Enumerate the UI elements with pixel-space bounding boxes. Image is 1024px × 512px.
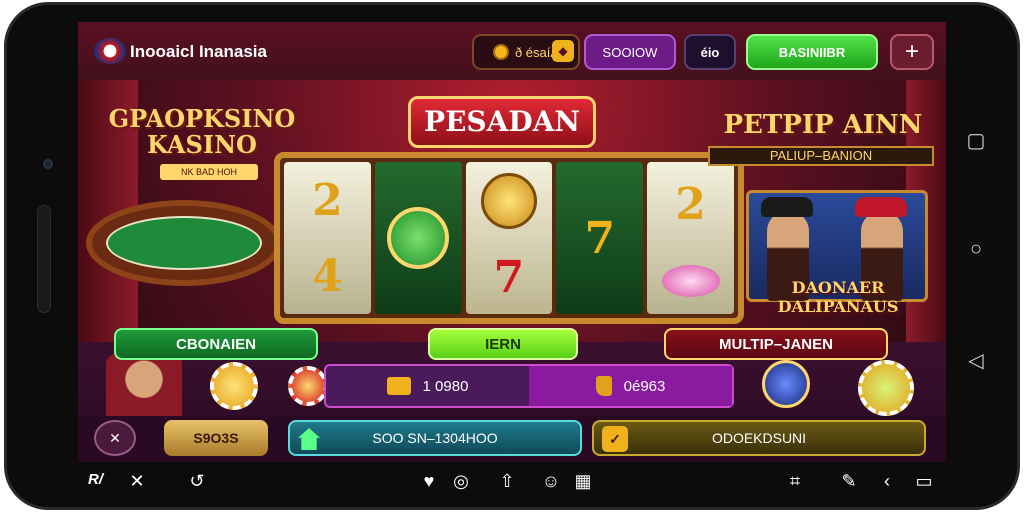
brush-icon[interactable]: ✎ [838, 470, 860, 492]
promo-code-text: ODOEKDSUNI [711, 430, 807, 446]
android-nav-bar: R/ ✕ ↺ ♥ ◎ ⇧ ☺ ▦ ⌗ ✎ ‹ ▭ [78, 464, 946, 500]
amount-button[interactable]: S9O3S [164, 420, 268, 456]
globe-icon[interactable] [762, 360, 810, 408]
battery-icon: ▭ [915, 471, 933, 491]
coin-icon [492, 44, 509, 60]
add-button[interactable]: + [890, 34, 934, 70]
back-icon[interactable]: ↺ [186, 470, 208, 492]
arrow-left-icon[interactable]: ‹ [876, 470, 898, 492]
promo-banner[interactable]: GPAOPKSINO KASINO NK BAD HOH 2 4 7 7 2 P… [78, 80, 946, 342]
casino-app-screen: Inooaicl Inanasia ð ésaíÄ ◆ SOOIOW éio B… [78, 22, 946, 462]
reel-5: 2 [647, 162, 734, 314]
reel-3: 7 [465, 162, 553, 314]
close-icon[interactable]: ✕ [126, 470, 148, 492]
roulette-table-icon [86, 200, 282, 286]
left-promo-subtitle: NK BAD HOH [160, 164, 258, 180]
top-hat-icon [761, 197, 813, 217]
bag-icon [386, 377, 411, 395]
reel-1: 2 4 [284, 162, 371, 314]
bracket-icon[interactable]: ⌗ [784, 470, 806, 492]
chip-icon [210, 362, 258, 410]
app-header: Inooaicl Inanasia ð ésaíÄ ◆ SOOIOW éio B… [78, 22, 946, 80]
roulette-felt [106, 216, 262, 270]
left-promo-title: GPAOPKSINO KASINO [108, 104, 296, 159]
app-title: Inooaicl Inanasia [130, 42, 267, 61]
diamond-icon[interactable]: ◆ [552, 40, 574, 62]
reel-symbol: 2 [675, 179, 706, 231]
nav-label: R/ [88, 471, 103, 488]
green-coin-icon [387, 207, 450, 269]
promo-code-field[interactable]: ✓ ODOEKDSUNI [592, 420, 926, 456]
chip-icon [288, 366, 328, 406]
stat-right: 0é963 [529, 366, 732, 406]
reel-2 [374, 162, 462, 314]
reel-symbol: 7 [493, 251, 525, 303]
multiplayer-button[interactable]: MULTIP–JANEN [664, 328, 888, 360]
stat-right-value: 0é963 [623, 377, 666, 395]
tools-button[interactable]: ✕ [94, 420, 136, 456]
reel-symbol: 2 [312, 174, 343, 226]
gear-icon[interactable]: ◎ [450, 470, 472, 492]
square-icon[interactable]: ▢ [962, 128, 990, 153]
menu-button[interactable]: éio [684, 34, 736, 70]
reel-4: 7 [556, 162, 644, 314]
stat-left: 1 0980 [326, 366, 529, 406]
logo-icon [94, 38, 126, 64]
circle-icon[interactable]: ○ [962, 238, 990, 261]
chip-icon [858, 360, 914, 416]
triangle-icon[interactable]: ◁ [962, 348, 990, 373]
green-light-button[interactable]: IERN [428, 328, 578, 360]
gold-coin-icon [480, 173, 537, 230]
footer-bar: ✕ S9O3S SOO SN–1304HOO ✓ ODOEKDSUNI [78, 416, 946, 462]
boot-icon [595, 376, 612, 396]
upload-icon[interactable]: ⇧ [496, 470, 518, 492]
balance-display[interactable]: SOOIOW [584, 34, 676, 70]
wrench-icon: ✕ [109, 429, 121, 446]
reel-symbol: 7 [584, 212, 616, 264]
grid-icon[interactable]: ▦ [572, 470, 594, 492]
home-icon [298, 428, 320, 450]
system-nav: ▢ ○ ◁ [962, 128, 990, 378]
cowboy-hat-icon [855, 197, 907, 217]
emoji-icon[interactable]: ☺ [540, 470, 562, 492]
phone-field[interactable]: SOO SN–1304HOO [288, 420, 582, 456]
side-button [37, 205, 51, 313]
front-camera [43, 159, 53, 169]
stats-bar: 1 0980 0é963 [324, 364, 734, 408]
right-promo-subtitle: PALIUP–BANION [708, 146, 934, 166]
slot-reels[interactable]: 2 4 7 7 2 [274, 152, 744, 324]
reel-symbol: 4 [312, 250, 343, 302]
heart-icon[interactable]: ♥ [418, 470, 440, 492]
deposit-button[interactable]: BASINIIBR [746, 34, 878, 70]
check-icon: ✓ [602, 426, 628, 452]
green-dark-button[interactable]: CBONAIEN [114, 328, 318, 360]
marquee-title: PESADAN [408, 96, 596, 148]
pink-gem-icon [661, 264, 720, 297]
right-promo-title: PETPIP AINN [723, 110, 923, 140]
hosts-label: DAONAER DALIPANAUS [777, 278, 899, 316]
stat-left-value: 1 0980 [422, 377, 469, 395]
phone-field-text: SOO SN–1304HOO [372, 430, 498, 446]
